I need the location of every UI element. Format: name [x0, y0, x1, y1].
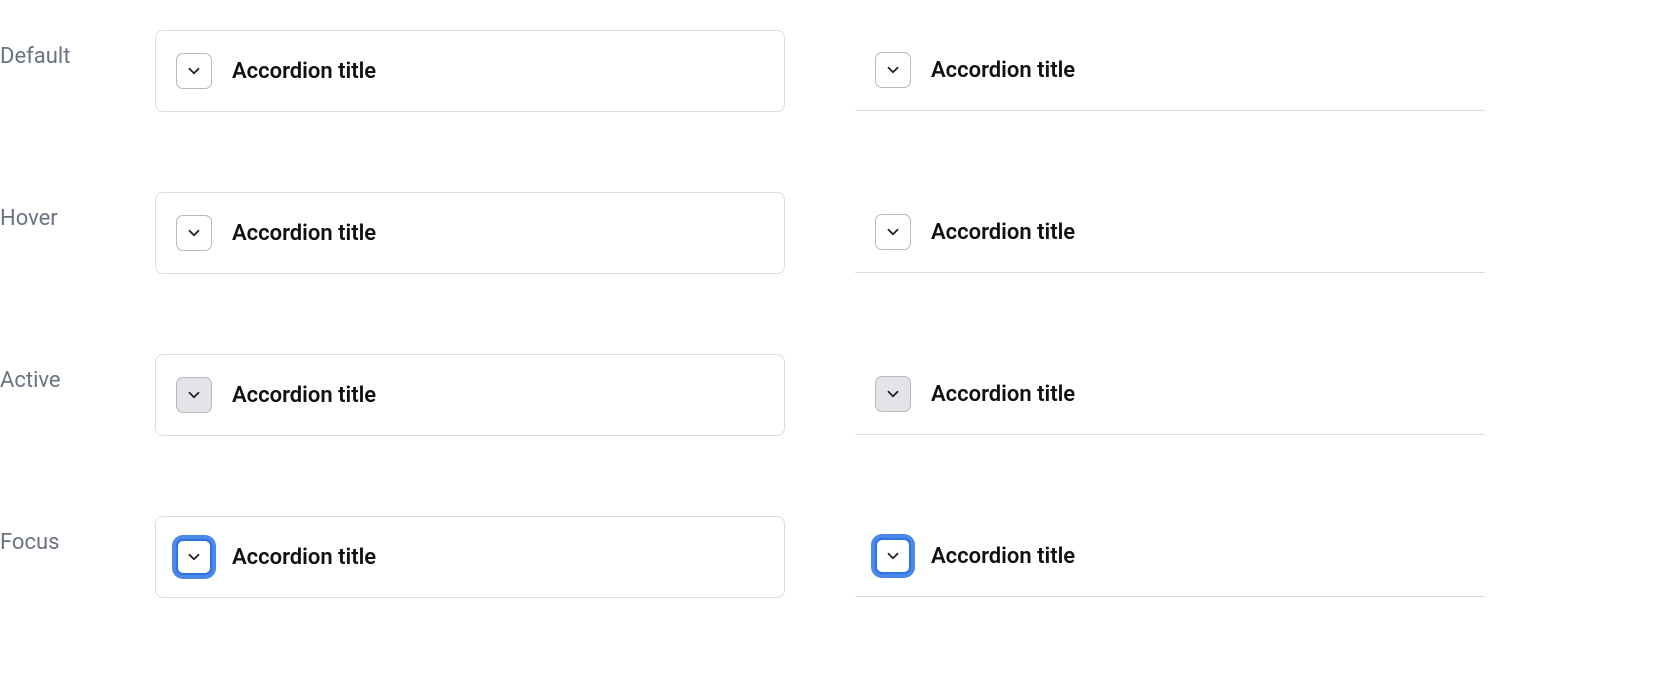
accordion-flush-hover[interactable]: Accordion title	[855, 192, 1485, 273]
accordion-title: Accordion title	[232, 383, 376, 408]
accordion-flush-focus[interactable]: Accordion title	[855, 516, 1485, 597]
accordion-title: Accordion title	[931, 58, 1075, 83]
chevron-down-icon[interactable]	[875, 376, 911, 412]
state-label-default: Default	[0, 30, 155, 69]
chevron-down-icon[interactable]	[176, 215, 212, 251]
accordion-flush-active[interactable]: Accordion title	[855, 354, 1485, 435]
chevron-down-icon[interactable]	[176, 377, 212, 413]
accordion-title: Accordion title	[931, 382, 1075, 407]
state-label-active: Active	[0, 354, 155, 393]
chevron-down-icon[interactable]	[875, 52, 911, 88]
accordion-title: Accordion title	[232, 545, 376, 570]
accordion-flush-default[interactable]: Accordion title	[855, 30, 1485, 111]
chevron-down-icon[interactable]	[875, 214, 911, 250]
accordion-title: Accordion title	[232, 221, 376, 246]
chevron-down-icon[interactable]	[176, 53, 212, 89]
accordion-title: Accordion title	[931, 544, 1075, 569]
chevron-down-icon[interactable]	[875, 538, 911, 574]
accordion-title: Accordion title	[232, 59, 376, 84]
state-label-focus: Focus	[0, 516, 155, 555]
accordion-boxed-focus[interactable]: Accordion title	[155, 516, 785, 598]
accordion-boxed-active[interactable]: Accordion title	[155, 354, 785, 436]
accordion-title: Accordion title	[931, 220, 1075, 245]
accordion-boxed-default[interactable]: Accordion title	[155, 30, 785, 112]
chevron-down-icon[interactable]	[176, 539, 212, 575]
state-label-hover: Hover	[0, 192, 155, 231]
accordion-boxed-hover[interactable]: Accordion title	[155, 192, 785, 274]
